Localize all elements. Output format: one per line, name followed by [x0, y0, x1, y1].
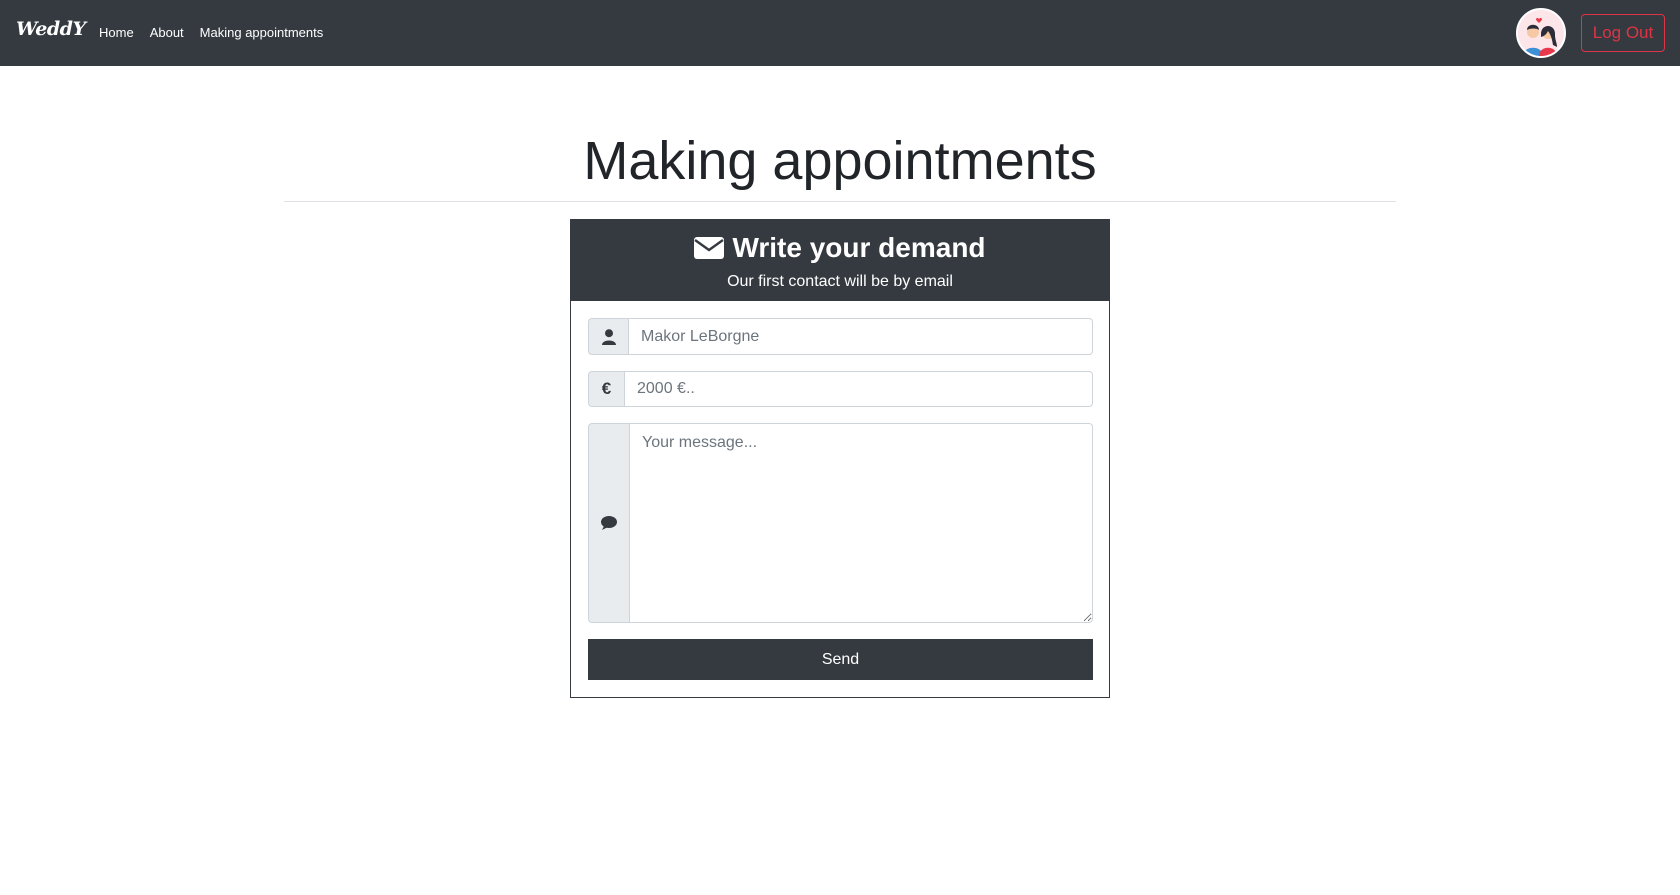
avatar[interactable]	[1516, 8, 1566, 58]
logout-button[interactable]: Log Out	[1581, 14, 1665, 52]
name-input-group	[588, 318, 1093, 355]
navbar: WeddY Home About Making appointments Log…	[0, 0, 1680, 66]
budget-input[interactable]	[624, 371, 1093, 407]
nav-link-home[interactable]: Home	[99, 25, 134, 40]
user-icon-addon	[588, 318, 628, 355]
envelope-icon	[694, 237, 725, 259]
comment-icon-addon	[588, 423, 629, 623]
couple-avatar-icon	[1518, 10, 1564, 56]
card-heading-text: Write your demand	[732, 232, 986, 263]
card-header: Write your demand Our first contact will…	[571, 220, 1109, 301]
page-title: Making appointments	[583, 131, 1097, 191]
message-textarea[interactable]	[629, 423, 1093, 623]
nav-link-making-appointments[interactable]: Making appointments	[200, 25, 324, 40]
euro-icon: €	[588, 371, 624, 407]
demand-form-card: Write your demand Our first contact will…	[570, 219, 1110, 698]
brand-logo[interactable]: WeddY	[16, 18, 86, 40]
message-input-group	[588, 423, 1093, 623]
card-subheading: Our first contact will be by email	[727, 273, 953, 290]
send-button[interactable]: Send	[588, 639, 1093, 680]
nav-link-about[interactable]: About	[150, 25, 184, 40]
user-icon	[601, 328, 616, 345]
card-heading: Write your demand	[571, 232, 1109, 264]
nav-links: Home About Making appointments	[99, 25, 323, 40]
name-input[interactable]	[628, 318, 1093, 355]
budget-input-group: €	[588, 371, 1093, 407]
title-divider	[284, 201, 1396, 202]
comment-icon	[601, 516, 617, 530]
